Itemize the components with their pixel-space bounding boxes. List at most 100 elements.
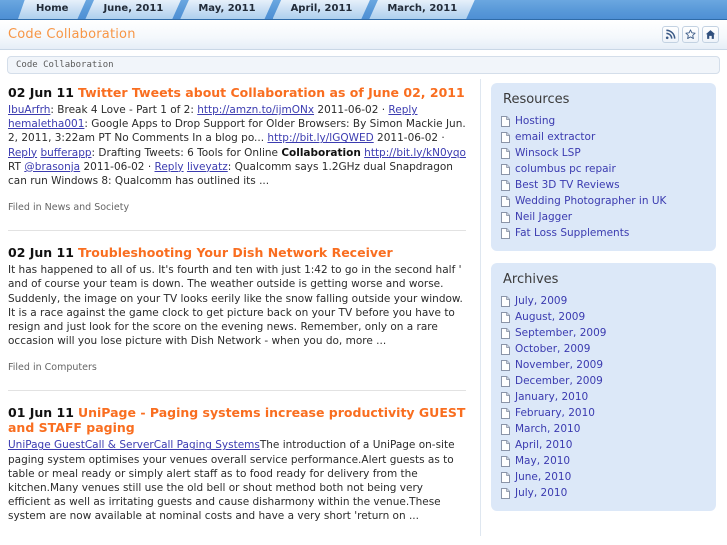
document-icon [501, 471, 510, 483]
list-item-link[interactable]: email extractor [515, 130, 595, 144]
list-item[interactable]: Winsock LSP [501, 145, 706, 161]
post-excerpt: UniPage GuestCall & ServerCall Paging Sy… [8, 438, 466, 523]
home-button[interactable] [702, 26, 719, 43]
post-body-text: : Drafting Tweets: 6 Tools for Online [91, 146, 282, 159]
post-body-link[interactable]: Reply [8, 147, 37, 159]
post-body-link[interactable]: liveyatz [187, 161, 228, 173]
list-item[interactable]: January, 2010 [501, 389, 706, 405]
list-item[interactable]: July, 2010 [501, 485, 706, 501]
list-item[interactable]: May, 2010 [501, 453, 706, 469]
sidebar-widget-resources: Resources Hosting email extractor Winsock L… [491, 83, 716, 251]
list-item-link[interactable]: Fat Loss Supplements [515, 226, 629, 240]
list-item-link[interactable]: January, 2010 [515, 390, 588, 404]
widget-list: July, 2009 August, 2009 September, 2009 Oct… [501, 293, 706, 501]
list-item-link[interactable]: February, 2010 [515, 406, 595, 420]
post-header: 02 Jun 11 Twitter Tweets about Collaborat… [8, 85, 466, 100]
post-body-link[interactable]: http://bit.ly/lGQWED [267, 132, 373, 144]
post-body-emphasis: Collaboration [281, 146, 361, 159]
document-icon [501, 311, 510, 323]
post-body-link[interactable]: UniPage GuestCall & ServerCall Paging Sy… [8, 439, 260, 451]
list-item[interactable]: Fat Loss Supplements [501, 225, 706, 241]
list-item-link[interactable]: April, 2010 [515, 438, 572, 452]
list-item[interactable]: August, 2009 [501, 309, 706, 325]
list-item[interactable]: December, 2009 [501, 373, 706, 389]
list-item-link[interactable]: Best 3D TV Reviews [515, 178, 620, 192]
post-title-link[interactable]: UniPage - Paging systems increase produc… [8, 405, 465, 435]
post-body-link[interactable]: bufferapp [40, 147, 91, 159]
post-title-link[interactable]: Twitter Tweets about Collaboration as of… [78, 85, 465, 100]
rss-icon [665, 29, 676, 40]
browser-tab-bar: Home June, 2011 May, 2011 April, 2011 March,… [0, 0, 727, 20]
post-body-link[interactable]: Reply [388, 104, 417, 116]
list-item-link[interactable]: Wedding Photographer in UK [515, 194, 666, 208]
post-body-link[interactable]: http://bit.ly/kN0yqo [364, 147, 466, 159]
list-item-link[interactable]: June, 2010 [515, 470, 571, 484]
post-body-text: It has happened to all of us. It's fourt… [8, 264, 463, 348]
post-body-link[interactable]: @brasonja [24, 161, 80, 173]
post-title-link[interactable]: Troubleshooting Your Dish Network Receiv… [78, 245, 393, 260]
list-item[interactable]: July, 2009 [501, 293, 706, 309]
tab-may-2011[interactable]: May, 2011 [180, 0, 273, 19]
document-icon [501, 439, 510, 451]
star-icon [685, 29, 696, 40]
home-icon [705, 29, 716, 40]
rss-button[interactable] [662, 26, 679, 43]
post-body-link[interactable]: http://amzn.to/ijmONx [197, 104, 314, 116]
header-toolbar [662, 26, 719, 43]
document-icon [501, 115, 510, 127]
site-header: Code Collaboration [0, 20, 727, 50]
tab-march-2011[interactable]: March, 2011 [369, 0, 475, 19]
list-item-link[interactable]: May, 2010 [515, 454, 570, 468]
tab-april-2011[interactable]: April, 2011 [273, 0, 371, 19]
post-divider [8, 230, 466, 232]
list-item[interactable]: email extractor [501, 129, 706, 145]
list-item-link[interactable]: Hosting [515, 114, 555, 128]
document-icon [501, 227, 510, 239]
widget-title: Resources [503, 92, 570, 107]
post-date: 01 Jun 11 [8, 405, 74, 421]
document-icon [501, 407, 510, 419]
list-item[interactable]: Wedding Photographer in UK [501, 193, 706, 209]
list-item-link[interactable]: November, 2009 [515, 358, 603, 372]
list-item-link[interactable]: July, 2010 [515, 486, 567, 500]
list-item[interactable]: Best 3D TV Reviews [501, 177, 706, 193]
list-item-link[interactable]: December, 2009 [515, 374, 603, 388]
favorite-button[interactable] [682, 26, 699, 43]
list-item[interactable]: Neil Jagger [501, 209, 706, 225]
list-item-link[interactable]: March, 2010 [515, 422, 580, 436]
list-item[interactable]: September, 2009 [501, 325, 706, 341]
post-header: 01 Jun 11 UniPage - Paging systems increa… [8, 405, 466, 435]
post-excerpt: It has happened to all of us. It's fourt… [8, 263, 466, 348]
post-excerpt: IbuArfrh: Break 4 Love - Part 1 of 2: ht… [8, 103, 466, 188]
document-icon [501, 455, 510, 467]
document-icon [501, 359, 510, 371]
list-item[interactable]: February, 2010 [501, 405, 706, 421]
list-item[interactable]: June, 2010 [501, 469, 706, 485]
list-item-link[interactable]: Winsock LSP [515, 146, 581, 160]
post-body-text: 2011-06-02 · [80, 160, 155, 173]
tab-home[interactable]: Home [18, 0, 86, 19]
list-item-link[interactable]: Neil Jagger [515, 210, 572, 224]
list-item[interactable]: November, 2009 [501, 357, 706, 373]
post-body-text: 2011-06-02 · [373, 132, 445, 145]
list-item[interactable]: April, 2010 [501, 437, 706, 453]
post-body-link[interactable]: hemaletha001 [8, 118, 84, 130]
post-body-link[interactable]: Reply [155, 161, 184, 173]
document-icon [501, 487, 510, 499]
tab-june-2011[interactable]: June, 2011 [85, 0, 181, 19]
document-icon [501, 147, 510, 159]
post-body-text: RT [8, 160, 25, 173]
breadcrumb[interactable]: Code Collaboration [7, 56, 720, 74]
list-item-link[interactable]: columbus pc repair [515, 162, 616, 176]
sidebar: Resources Hosting email extractor Winsock L… [481, 79, 727, 523]
post-date: 02 Jun 11 [8, 85, 74, 100]
list-item-link[interactable]: September, 2009 [515, 326, 606, 340]
list-item[interactable]: Hosting [501, 113, 706, 129]
list-item[interactable]: October, 2009 [501, 341, 706, 357]
list-item-link[interactable]: October, 2009 [515, 342, 590, 356]
list-item[interactable]: columbus pc repair [501, 161, 706, 177]
list-item-link[interactable]: August, 2009 [515, 310, 585, 324]
list-item[interactable]: March, 2010 [501, 421, 706, 437]
list-item-link[interactable]: July, 2009 [515, 294, 567, 308]
post-body-link[interactable]: IbuArfrh [8, 104, 50, 116]
